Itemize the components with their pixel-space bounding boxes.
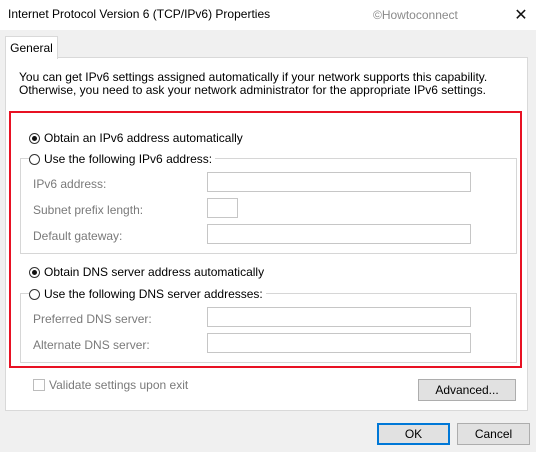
validate-settings-checkbox[interactable] <box>33 379 45 391</box>
use-dns-manual-label: Use the following DNS server addresses: <box>44 287 263 301</box>
ipv6-address-field[interactable] <box>207 172 471 192</box>
close-icon: ✕ <box>514 7 528 24</box>
obtain-ipv6-auto-label: Obtain an IPv6 address automatically <box>44 131 243 145</box>
default-gateway-label: Default gateway: <box>33 229 123 243</box>
tab-general[interactable]: General <box>5 36 58 59</box>
preferred-dns-label: Preferred DNS server: <box>33 312 152 326</box>
obtain-dns-auto-radio[interactable] <box>29 266 40 278</box>
tab-general-label: General <box>10 41 53 55</box>
description-line-1: You can get IPv6 settings assigned autom… <box>19 70 488 84</box>
ipv6-address-label: IPv6 address: <box>33 177 107 191</box>
close-button[interactable]: ✕ <box>506 0 536 30</box>
validate-settings-option[interactable]: Validate settings upon exit <box>33 378 188 392</box>
window-title: Internet Protocol Version 6 (TCP/IPv6) P… <box>8 7 271 21</box>
preferred-dns-field[interactable] <box>207 307 471 327</box>
use-dns-manual-radio[interactable] <box>29 288 40 300</box>
use-ipv6-manual-label: Use the following IPv6 address: <box>44 152 213 166</box>
alternate-dns-label: Alternate DNS server: <box>33 338 150 352</box>
subnet-prefix-label: Subnet prefix length: <box>33 203 144 217</box>
default-gateway-field[interactable] <box>207 224 471 244</box>
obtain-ipv6-auto-option[interactable]: Obtain an IPv6 address automatically <box>29 131 243 145</box>
watermark: ©Howtoconnect <box>373 8 458 22</box>
obtain-dns-auto-option[interactable]: Obtain DNS server address automatically <box>29 265 264 279</box>
obtain-ipv6-auto-radio[interactable] <box>29 132 40 144</box>
obtain-dns-auto-label: Obtain DNS server address automatically <box>44 265 265 279</box>
advanced-button[interactable]: Advanced... <box>418 379 516 401</box>
use-dns-manual-option[interactable]: Use the following DNS server addresses: <box>29 287 266 301</box>
ok-button[interactable]: OK <box>377 423 450 445</box>
use-ipv6-manual-option[interactable]: Use the following IPv6 address: <box>29 152 216 166</box>
cancel-button[interactable]: Cancel <box>457 423 530 445</box>
subnet-prefix-field[interactable] <box>207 198 238 218</box>
description-line-2: Otherwise, you need to ask your network … <box>19 83 486 97</box>
validate-settings-label: Validate settings upon exit <box>49 378 189 392</box>
alternate-dns-field[interactable] <box>207 333 471 353</box>
use-ipv6-manual-radio[interactable] <box>29 153 40 165</box>
